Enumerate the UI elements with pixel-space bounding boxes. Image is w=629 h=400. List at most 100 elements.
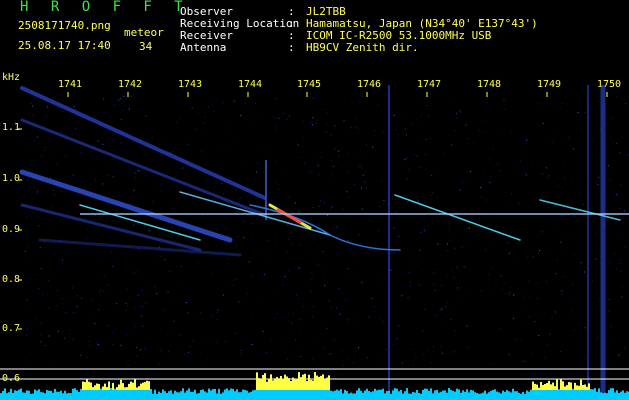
noise-speckle [620, 208, 621, 210]
noise-speckle [298, 330, 300, 332]
noise-speckle [378, 317, 380, 319]
noise-floor-bar [26, 390, 28, 400]
noise-floor-peak [588, 383, 590, 390]
noise-floor-bar [504, 391, 506, 400]
noise-floor-bar [372, 391, 374, 400]
noise-speckle [546, 281, 548, 283]
noise-speckle [30, 333, 32, 335]
noise-floor-peak [536, 384, 538, 390]
noise-floor-bar [460, 392, 462, 400]
noise-speckle [468, 231, 470, 233]
noise-speckle [437, 196, 439, 198]
noise-speckle [620, 262, 621, 264]
noise-speckle [493, 239, 495, 241]
noise-speckle [156, 293, 158, 295]
noise-speckle [620, 270, 622, 272]
noise-speckle [256, 171, 258, 173]
noise-speckle [52, 361, 54, 363]
noise-floor-peak [314, 372, 316, 390]
noise-speckle [511, 193, 512, 195]
noise-speckle [137, 294, 139, 296]
noise-speckle [426, 105, 428, 107]
noise-speckle [252, 119, 254, 121]
noise-floor-bar [464, 391, 466, 400]
noise-speckle [246, 292, 248, 294]
noise-speckle [451, 144, 453, 146]
noise-speckle [577, 112, 579, 114]
noise-floor-peak [328, 375, 330, 390]
noise-floor-bar [74, 388, 76, 400]
noise-floor-bar [76, 390, 78, 400]
noise-speckle [578, 102, 580, 104]
noise-speckle [405, 157, 407, 159]
noise-speckle [97, 344, 99, 346]
noise-floor-bar [24, 392, 26, 400]
noise-speckle [76, 306, 78, 307]
noise-speckle [57, 107, 59, 109]
noise-speckle [298, 267, 300, 269]
noise-speckle [459, 110, 461, 112]
noise-speckle [357, 259, 359, 261]
noise-floor-peak [256, 372, 258, 390]
noise-floor-bar [480, 393, 482, 400]
noise-speckle [597, 253, 599, 255]
noise-speckle [505, 282, 507, 283]
noise-speckle [401, 295, 403, 297]
noise-speckle [573, 254, 575, 256]
noise-speckle [116, 303, 118, 305]
noise-speckle [421, 331, 423, 332]
noise-speckle [69, 329, 71, 331]
noise-speckle [310, 122, 312, 123]
noise-speckle [65, 253, 67, 255]
noise-speckle [164, 161, 166, 163]
noise-floor-bar [498, 392, 500, 400]
noise-speckle [107, 284, 108, 286]
noise-floor-bar [212, 389, 214, 400]
noise-speckle [56, 149, 58, 151]
noise-floor-bar [598, 388, 600, 400]
noise-speckle [252, 313, 253, 315]
noise-floor-bar [180, 391, 182, 400]
noise-floor-peak [552, 382, 554, 390]
noise-speckle [27, 179, 29, 181]
noise-speckle [78, 120, 80, 122]
noise-floor-bar [250, 391, 252, 400]
noise-speckle [32, 114, 34, 116]
noise-speckle [439, 309, 441, 311]
noise-speckle [64, 337, 66, 339]
noise-speckle [481, 131, 483, 132]
noise-speckle [524, 172, 526, 174]
noise-floor-bar [406, 388, 408, 400]
noise-speckle [330, 209, 332, 210]
noise-floor-bar [378, 389, 380, 400]
noise-floor-bar [8, 392, 10, 400]
noise-floor-bar [422, 389, 424, 400]
noise-speckle [312, 359, 314, 361]
noise-speckle [459, 189, 461, 191]
noise-floor-bar [524, 394, 526, 400]
noise-floor-peak [288, 378, 290, 390]
noise-speckle [312, 117, 314, 119]
noise-speckle [508, 354, 510, 356]
noise-speckle [275, 234, 277, 236]
noise-speckle [69, 337, 71, 339]
noise-speckle [434, 290, 436, 291]
noise-floor-bar [432, 393, 434, 400]
noise-floor-bar [572, 388, 574, 400]
noise-speckle [411, 124, 413, 125]
noise-speckle [42, 293, 43, 295]
noise-speckle [444, 306, 446, 308]
noise-floor-peak [92, 387, 94, 390]
noise-floor-bar [0, 393, 2, 400]
noise-speckle [26, 299, 28, 301]
noise-floor-bar [502, 390, 504, 400]
noise-speckle [336, 307, 337, 309]
noise-floor-bar [236, 389, 238, 400]
noise-speckle [197, 262, 199, 264]
noise-speckle [364, 180, 365, 182]
noise-speckle [393, 114, 395, 116]
noise-floor-peak [290, 381, 292, 390]
noise-speckle [502, 101, 504, 103]
noise-speckle [408, 169, 410, 171]
noise-speckle [28, 307, 30, 309]
